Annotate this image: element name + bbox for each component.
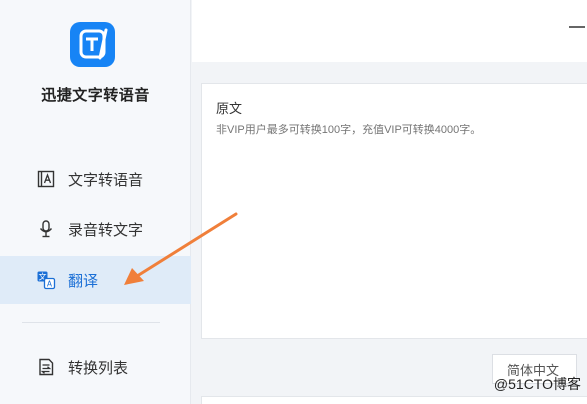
sidebar-divider — [22, 322, 160, 323]
translate-icon: 文 A — [35, 269, 57, 291]
minimize-icon[interactable] — [569, 26, 585, 28]
sidebar-item-text-to-speech[interactable]: 文字转语音 — [0, 155, 191, 203]
app-name: 迅捷文字转语音 — [41, 87, 150, 104]
text-document-icon — [35, 168, 57, 190]
source-text-panel: 原文 — [201, 83, 587, 339]
sidebar-item-speech-to-text[interactable]: 录音转文字 — [0, 205, 191, 253]
sidebar-item-label: 文字转语音 — [68, 171, 144, 189]
sidebar-item-conversion-list[interactable]: 转换列表 — [0, 343, 191, 391]
sidebar-item-translate[interactable]: 文 A 翻译 — [0, 256, 191, 304]
sidebar-item-label: 录音转文字 — [68, 221, 144, 239]
source-text-input[interactable] — [216, 124, 576, 136]
top-bar — [192, 0, 587, 62]
app-logo-icon — [70, 22, 115, 67]
result-text-panel — [201, 396, 587, 404]
sidebar-item-label: 翻译 — [68, 272, 99, 290]
sidebar-item-label: 转换列表 — [68, 359, 129, 377]
sidebar: 迅捷文字转语音 文字转语音 录音转文字 文 A 翻译 转换列表 — [0, 0, 191, 404]
watermark: @51CTO博客 — [493, 376, 581, 392]
svg-text:A: A — [47, 280, 53, 289]
microphone-icon — [35, 218, 57, 240]
source-title: 原文 — [216, 101, 243, 116]
list-icon — [35, 356, 57, 378]
